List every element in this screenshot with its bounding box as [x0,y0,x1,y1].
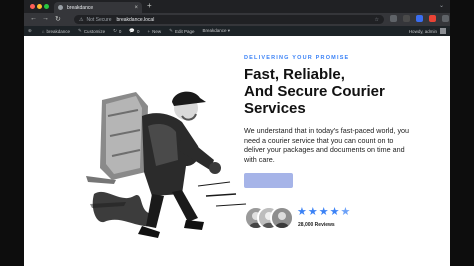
edit-page-item[interactable]: ✎ Edit Page [169,28,194,34]
tab-strip: breakdance × + ⌄ [24,0,450,13]
bookmark-star-icon[interactable]: ☆ [375,17,379,23]
brush-icon: ✎ [78,28,82,33]
wordpress-icon: ⊕ [28,28,32,33]
customize-item[interactable]: ✎ Customize [78,28,105,34]
headline-line: And Secure Courier [244,83,385,100]
new-tab-button[interactable]: + [147,1,152,10]
plus-icon: + [147,28,151,34]
wp-logo-item[interactable]: ⊕ [28,28,34,34]
headline-line: Fast, Reliable, [244,66,345,83]
browser-tab[interactable]: breakdance × [54,2,142,13]
star-icon: ★ [329,206,340,218]
hero-description: We understand that in today's fast-paced… [244,126,410,164]
home-icon: ⌂ [41,28,45,34]
tab-search-icon[interactable]: ⌄ [439,2,444,9]
reload-button[interactable]: ↻ [55,15,61,23]
minimize-window-button[interactable] [37,4,42,9]
courier-illustration [86,91,247,238]
puzzle-icon[interactable] [442,15,449,22]
maximize-window-button[interactable] [44,4,49,9]
warning-icon[interactable]: ⚠ [79,17,83,23]
star-icon: ★ [297,206,307,218]
headline-line: Services [244,100,306,117]
half-star-icon: ★ [340,206,351,218]
extension-icon[interactable] [403,15,410,22]
user-avatar [440,28,446,34]
address-bar[interactable]: ⚠ Not Secure breakdance.local ☆ [74,15,384,24]
avatar [270,206,294,230]
forward-button[interactable]: → [42,15,49,22]
site-name-item[interactable]: ⌂ breakdance [42,29,70,34]
updates-icon: ↻ [113,28,117,33]
star-icon: ★ [307,206,318,218]
globe-icon [58,5,63,10]
eyebrow-text: DELIVERING YOUR PROMISE [244,55,350,61]
security-label: Not Secure [86,16,112,23]
browser-toolbar: ← → ↻ ⚠ Not Secure breakdance.local ☆ ⋮ [24,13,450,26]
close-icon[interactable]: × [134,5,138,11]
close-window-button[interactable] [30,4,35,9]
star-icon: ★ [318,206,329,218]
back-button[interactable]: ← [30,15,37,22]
browser-window: breakdance × + ⌄ ← → ↻ ⚠ Not Secure brea… [24,0,450,266]
page-title: Fast, Reliable, And Secure Courier Servi… [244,66,434,117]
user-menu[interactable]: Howdy, admin [409,28,446,34]
new-item[interactable]: + New [148,29,162,34]
cta-button[interactable] [244,173,293,188]
url-text: breakdance.local [116,16,155,23]
star-rating: ★ ★ ★ ★ ★ [297,206,350,218]
comment-icon: 💬 [129,28,135,33]
breakdance-menu-item[interactable]: Breakdance ▾ [202,28,230,34]
comments-item[interactable]: 💬 0 [129,28,139,34]
customer-avatars [244,206,294,232]
toolbar-extensions: ⋮ [390,15,450,22]
updates-item[interactable]: ↻ 0 [113,28,121,34]
pencil-icon: ✎ [169,28,173,33]
wp-admin-bar: ⊕ ⌂ breakdance ✎ Customize ↻ 0 💬 0 + New ✎ Edi… [24,26,450,36]
reviews-count: 28,000 Reviews [298,222,335,228]
extension-icon[interactable] [429,15,436,22]
extension-icon[interactable] [390,15,397,22]
page-content: DELIVERING YOUR PROMISE Fast, Reliable, … [24,36,450,266]
tab-title: breakdance [67,4,94,11]
extension-icon[interactable] [416,15,423,22]
